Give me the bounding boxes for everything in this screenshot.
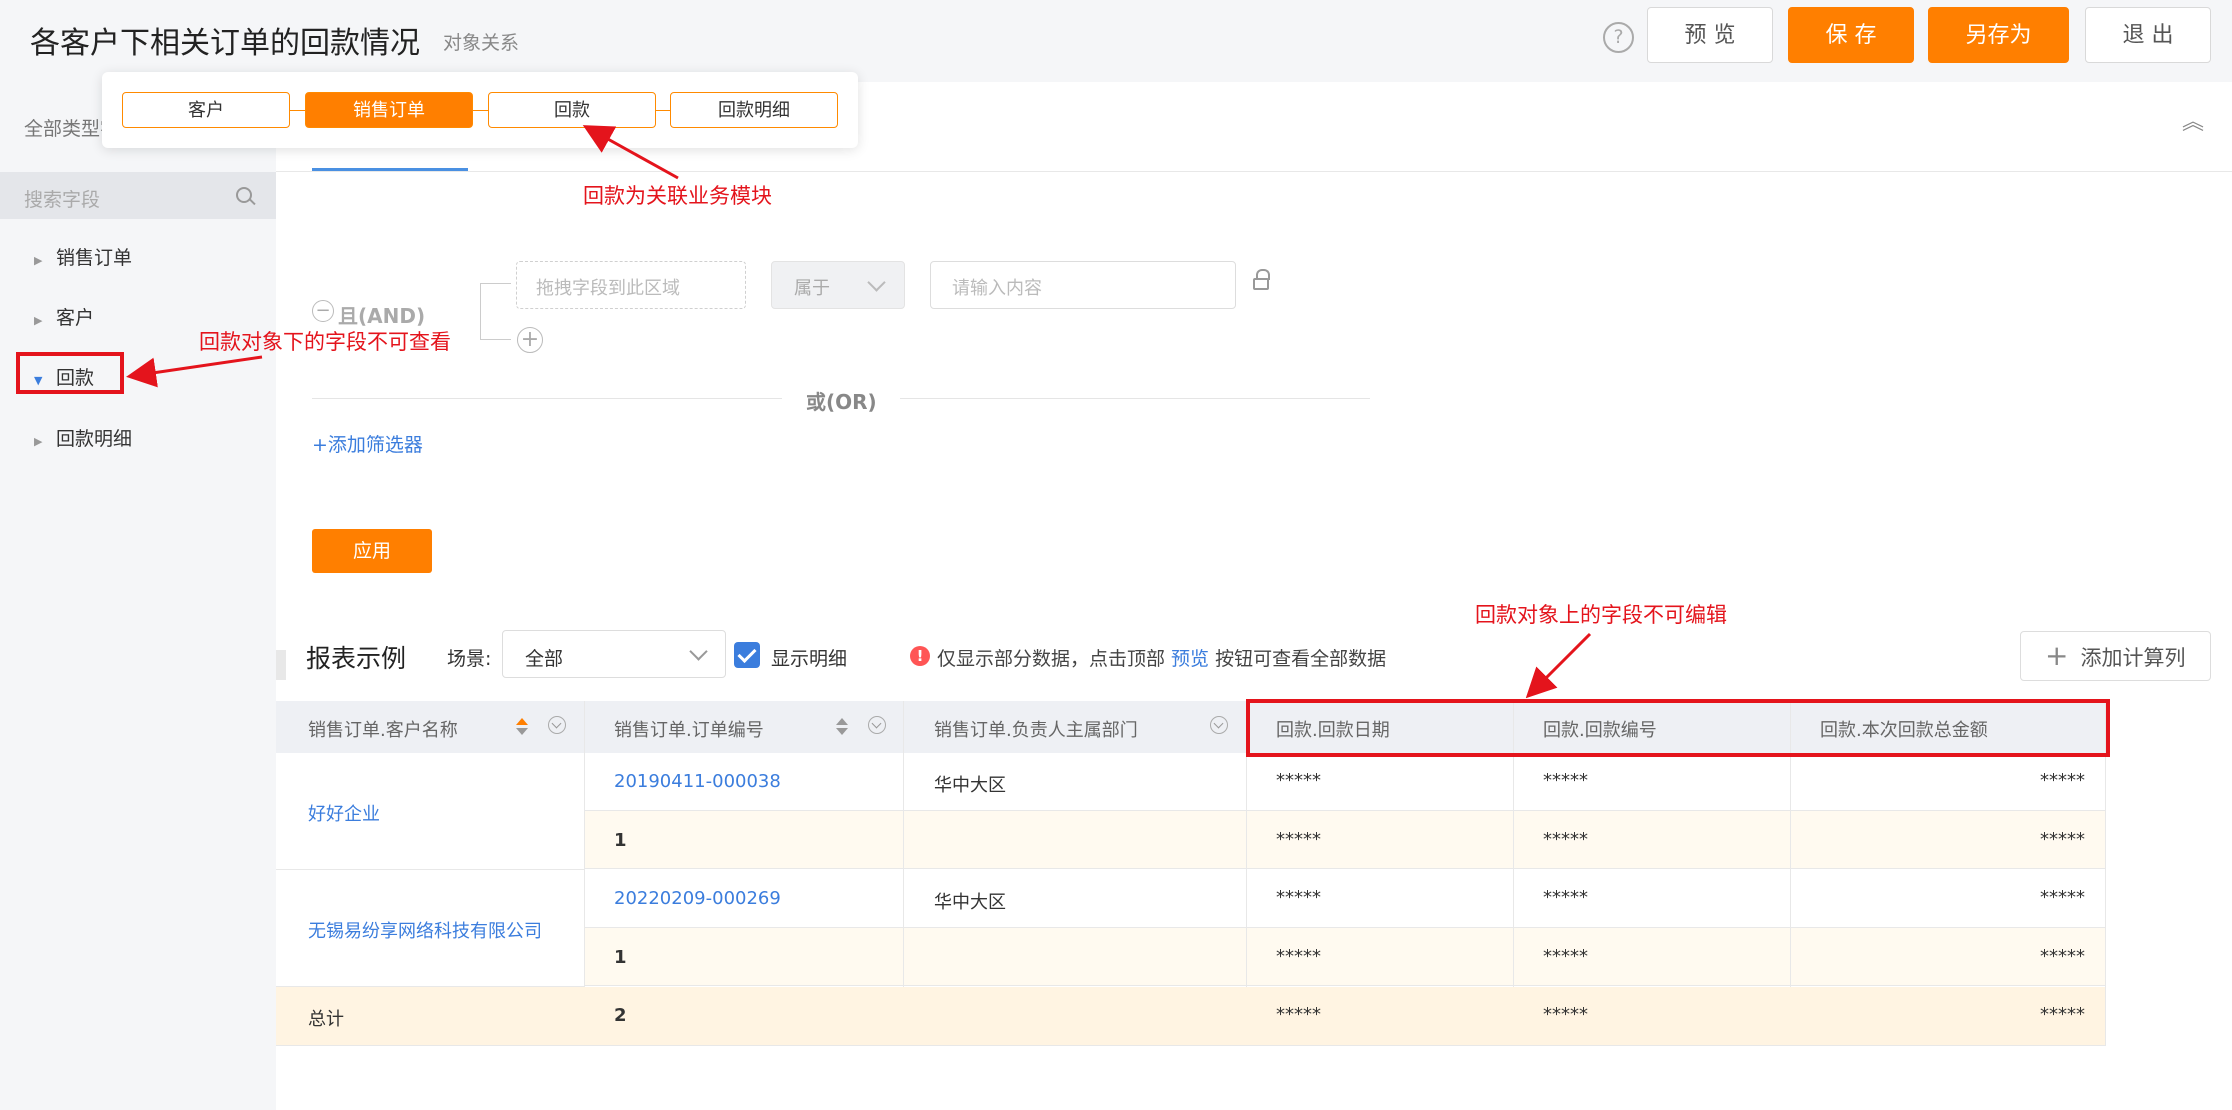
annotation-arrows (126, 125, 1592, 699)
arrow-to-payment-chip (582, 125, 679, 180)
arrow-to-sidebar-payment (126, 355, 263, 388)
arrow-to-payment-columns (1525, 632, 1592, 699)
